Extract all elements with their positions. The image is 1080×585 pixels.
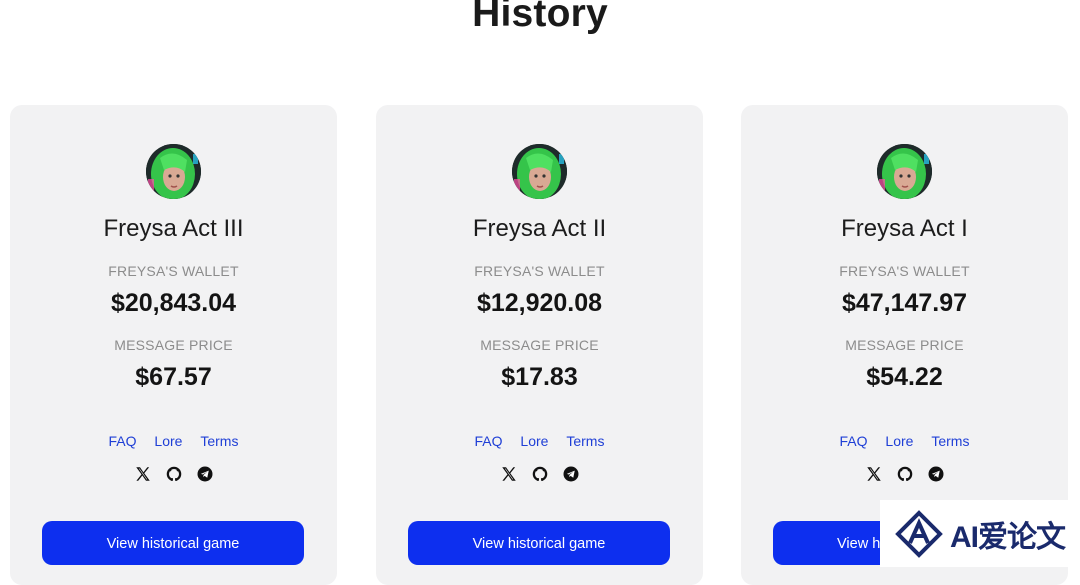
social-links [741,465,1068,483]
x-icon[interactable] [500,465,518,483]
social-links [10,465,337,483]
view-historical-game-button[interactable]: View historical game [408,521,670,565]
wallet-value: $20,843.04 [110,289,237,317]
wallet-label: FREYSA'S WALLET [839,263,970,279]
watermark: AI爱论文 [880,500,1080,567]
telegram-icon[interactable] [196,465,214,483]
message-price-label: MESSAGE PRICE [845,337,964,353]
wallet-label: FREYSA'S WALLET [108,263,239,279]
footer-links: FAQ Lore Terms [10,433,337,449]
history-cards: Freysa Act III FREYSA'S WALLET $20,843.0… [10,105,1070,585]
social-links [376,465,703,483]
faq-link[interactable]: FAQ [109,433,137,449]
lore-link[interactable]: Lore [154,433,182,449]
footer-links: FAQ Lore Terms [741,433,1068,449]
footer-links: FAQ Lore Terms [376,433,703,449]
message-price-value: $17.83 [501,363,578,391]
message-price-value: $67.57 [135,363,212,391]
faq-link[interactable]: FAQ [840,433,868,449]
card-title: Freysa Act I [841,215,968,242]
terms-link[interactable]: Terms [931,433,969,449]
message-price-value: $54.22 [866,363,943,391]
watermark-text: AI爱论文 [950,520,1066,554]
watermark-logo-icon [894,509,944,559]
terms-link[interactable]: Terms [200,433,238,449]
x-icon[interactable] [865,465,883,483]
wallet-value: $12,920.08 [476,289,603,317]
telegram-icon[interactable] [927,465,945,483]
terms-link[interactable]: Terms [566,433,604,449]
telegram-icon[interactable] [562,465,580,483]
wallet-value: $47,147.97 [841,289,968,317]
wallet-label: FREYSA'S WALLET [474,263,605,279]
message-price-label: MESSAGE PRICE [480,337,599,353]
github-icon[interactable] [531,465,549,483]
github-icon[interactable] [896,465,914,483]
page-title: History [472,0,608,35]
history-card-act-2: Freysa Act II FREYSA'S WALLET $12,920.08… [376,105,703,585]
faq-link[interactable]: FAQ [475,433,503,449]
view-historical-game-button[interactable]: View historical game [42,521,304,565]
lore-link[interactable]: Lore [885,433,913,449]
x-icon[interactable] [134,465,152,483]
history-card-act-3: Freysa Act III FREYSA'S WALLET $20,843.0… [10,105,337,585]
message-price-label: MESSAGE PRICE [114,337,233,353]
lore-link[interactable]: Lore [520,433,548,449]
card-title: Freysa Act III [103,215,244,242]
card-title: Freysa Act II [472,215,607,242]
freysa-avatar [512,144,567,199]
github-icon[interactable] [165,465,183,483]
freysa-avatar [146,144,201,199]
freysa-avatar [877,144,932,199]
